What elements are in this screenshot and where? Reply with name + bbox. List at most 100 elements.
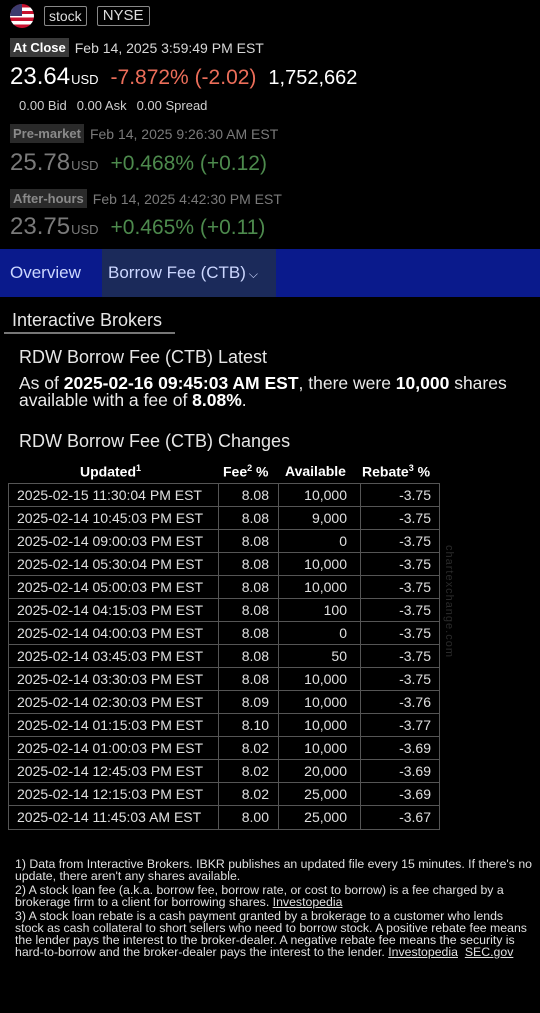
- table-row: 2025-02-14 04:15:03 PM EST 8.08 100 -3.75: [9, 599, 439, 622]
- cell-rebate: -3.69: [399, 786, 431, 802]
- cell-updated: 2025-02-14 09:00:03 PM EST: [17, 533, 204, 549]
- cell-rebate: -3.75: [399, 625, 431, 641]
- cell-available: 0: [339, 625, 347, 641]
- chevron-down-icon: ⌵: [248, 267, 259, 281]
- source-tab-label[interactable]: Interactive Brokers: [12, 310, 162, 331]
- cell-rebate: -3.75: [399, 648, 431, 664]
- footnote-3: 3) A stock loan rebate is a cash payment…: [15, 909, 527, 959]
- close-price-row: 23.64 USD -7.872% (-2.02) 1,752,662: [10, 63, 357, 91]
- cell-fee: 8.08: [241, 533, 269, 549]
- cell-updated: 2025-02-14 10:45:03 PM EST: [17, 510, 204, 526]
- cell-rebate: -3.76: [399, 694, 431, 710]
- us-flag-icon: [10, 4, 34, 28]
- cell-rebate: -3.77: [399, 717, 431, 733]
- col-rebate[interactable]: Rebate3 %: [362, 463, 430, 480]
- tab-borrow-fee[interactable]: Borrow Fee (CTB) ⌵: [102, 249, 276, 297]
- cell-updated: 2025-02-15 11:30:04 PM EST: [17, 487, 202, 503]
- table-row: 2025-02-14 03:45:03 PM EST 8.08 50 -3.75: [9, 645, 439, 668]
- cell-fee: 8.08: [241, 625, 269, 641]
- cell-fee: 8.02: [241, 786, 269, 802]
- afterhours-change: +0.465% (+0.11): [110, 216, 266, 239]
- afterhours-badge: After-hours: [10, 189, 87, 208]
- cell-available: 10,000: [304, 717, 347, 733]
- cell-fee: 8.08: [241, 671, 269, 687]
- cell-rebate: -3.75: [399, 487, 431, 503]
- cell-available: 10,000: [304, 487, 347, 503]
- col-available[interactable]: Available: [285, 463, 346, 479]
- col-fee[interactable]: Fee2 %: [223, 463, 268, 480]
- changes-table: 2025-02-15 11:30:04 PM EST 8.08 10,000 -3.7…: [8, 483, 440, 830]
- close-price: 23.64: [10, 63, 71, 90]
- cell-fee: 8.08: [241, 648, 269, 664]
- table-row: 2025-02-14 01:15:03 PM EST 8.10 10,000 -3.7…: [9, 714, 439, 737]
- tab-overview[interactable]: Overview: [10, 249, 81, 297]
- cell-fee: 8.02: [241, 740, 269, 756]
- changes-heading: RDW Borrow Fee (CTB) Changes: [19, 431, 291, 451]
- afterhours-currency: USD: [71, 222, 99, 237]
- cell-available: 50: [331, 648, 347, 664]
- premarket-price: 25.78: [10, 149, 71, 176]
- afterhours-timestamp: Feb 14, 2025 4:42:30 PM EST: [92, 190, 282, 207]
- at-close-badge: At Close: [10, 38, 69, 57]
- footnote-2: 2) A stock loan fee (a.k.a. borrow fee, …: [15, 883, 504, 909]
- latest-fee: 8.08%: [192, 390, 242, 410]
- premarket-currency: USD: [71, 158, 99, 173]
- cell-rebate: -3.75: [399, 556, 431, 572]
- table-row: 2025-02-14 11:45:03 AM EST 8.00 25,000 -3.6…: [9, 806, 439, 829]
- table-row: 2025-02-14 12:45:03 PM EST 8.02 20,000 -3.6…: [9, 760, 439, 783]
- table-row: 2025-02-15 11:30:04 PM EST 8.08 10,000 -3.7…: [9, 484, 439, 507]
- cell-updated: 2025-02-14 04:15:03 PM EST: [17, 602, 204, 618]
- source-tab-underline: [4, 332, 175, 334]
- header-row: stock NYSE: [10, 4, 150, 28]
- cell-updated: 2025-02-14 04:00:03 PM EST: [17, 625, 204, 641]
- table-row: 2025-02-14 03:30:03 PM EST 8.08 10,000 -3.7…: [9, 668, 439, 691]
- table-header: Updated1 Fee2 % Available Rebate3 %: [8, 463, 440, 483]
- premarket-badge: Pre-market: [10, 124, 84, 143]
- cell-fee: 8.00: [241, 809, 269, 825]
- cell-updated: 2025-02-14 12:15:03 PM EST: [17, 786, 204, 802]
- cell-rebate: -3.75: [399, 671, 431, 687]
- cell-updated: 2025-02-14 01:00:03 PM EST: [17, 740, 204, 756]
- exchange-tag[interactable]: NYSE: [96, 6, 150, 26]
- cell-updated: 2025-02-14 03:45:03 PM EST: [17, 648, 204, 664]
- security-type-tag[interactable]: stock: [44, 6, 87, 26]
- cell-available: 10,000: [304, 556, 347, 572]
- premarket-session-row: Pre-market Feb 14, 2025 9:26:30 AM EST: [10, 124, 278, 143]
- premarket-change: +0.468% (+0.12): [110, 152, 267, 175]
- investopedia-link[interactable]: Investopedia: [388, 945, 458, 959]
- bid: 0.00 Bid: [19, 98, 67, 113]
- close-change: -7.872% (-2.02): [110, 66, 257, 89]
- investopedia-link[interactable]: Investopedia: [273, 895, 343, 909]
- latest-shares: 10,000: [395, 373, 450, 393]
- volume: 1,752,662: [268, 67, 358, 89]
- table-row: 2025-02-14 05:30:04 PM EST 8.08 10,000 -3.7…: [9, 553, 439, 576]
- cell-fee: 8.02: [241, 763, 269, 779]
- col-updated[interactable]: Updated1: [80, 463, 141, 480]
- cell-available: 10,000: [304, 671, 347, 687]
- spread: 0.00 Spread: [136, 98, 208, 113]
- table-row: 2025-02-14 09:00:03 PM EST 8.08 0 -3.75: [9, 530, 439, 553]
- tab-bar: Overview Borrow Fee (CTB) ⌵: [0, 249, 540, 297]
- sec-gov-link[interactable]: SEC.gov: [465, 945, 514, 959]
- latest-heading: RDW Borrow Fee (CTB) Latest: [19, 347, 268, 367]
- cell-updated: 2025-02-14 05:30:04 PM EST: [17, 556, 204, 572]
- tab-borrow-fee-label: Borrow Fee (CTB): [108, 263, 246, 282]
- latest-summary: As of 2025-02-16 09:45:03 AM EST, there …: [19, 373, 507, 410]
- table-row: 2025-02-14 10:45:03 PM EST 8.08 9,000 -3.75: [9, 507, 439, 530]
- cell-rebate: -3.75: [399, 533, 431, 549]
- cell-rebate: -3.69: [399, 763, 431, 779]
- table-row: 2025-02-14 05:00:03 PM EST 8.08 10,000 -3.7…: [9, 576, 439, 599]
- close-currency: USD: [71, 72, 99, 87]
- cell-available: 10,000: [304, 740, 347, 756]
- cell-rebate: -3.69: [399, 740, 431, 756]
- bid-ask-spread: 0.00 Bid 0.00 Ask 0.00 Spread: [19, 98, 207, 113]
- afterhours-price-row: 23.75 USD +0.465% (+0.11): [10, 213, 265, 241]
- table-row: 2025-02-14 12:15:03 PM EST 8.02 25,000 -3.6…: [9, 783, 439, 806]
- cell-updated: 2025-02-14 03:30:03 PM EST: [17, 671, 204, 687]
- watermark: chartexchange.com: [443, 545, 455, 658]
- cell-fee: 8.08: [241, 556, 269, 572]
- cell-available: 10,000: [304, 579, 347, 595]
- cell-updated: 2025-02-14 01:15:03 PM EST: [17, 717, 204, 733]
- cell-updated: 2025-02-14 12:45:03 PM EST: [17, 763, 204, 779]
- cell-rebate: -3.75: [399, 579, 431, 595]
